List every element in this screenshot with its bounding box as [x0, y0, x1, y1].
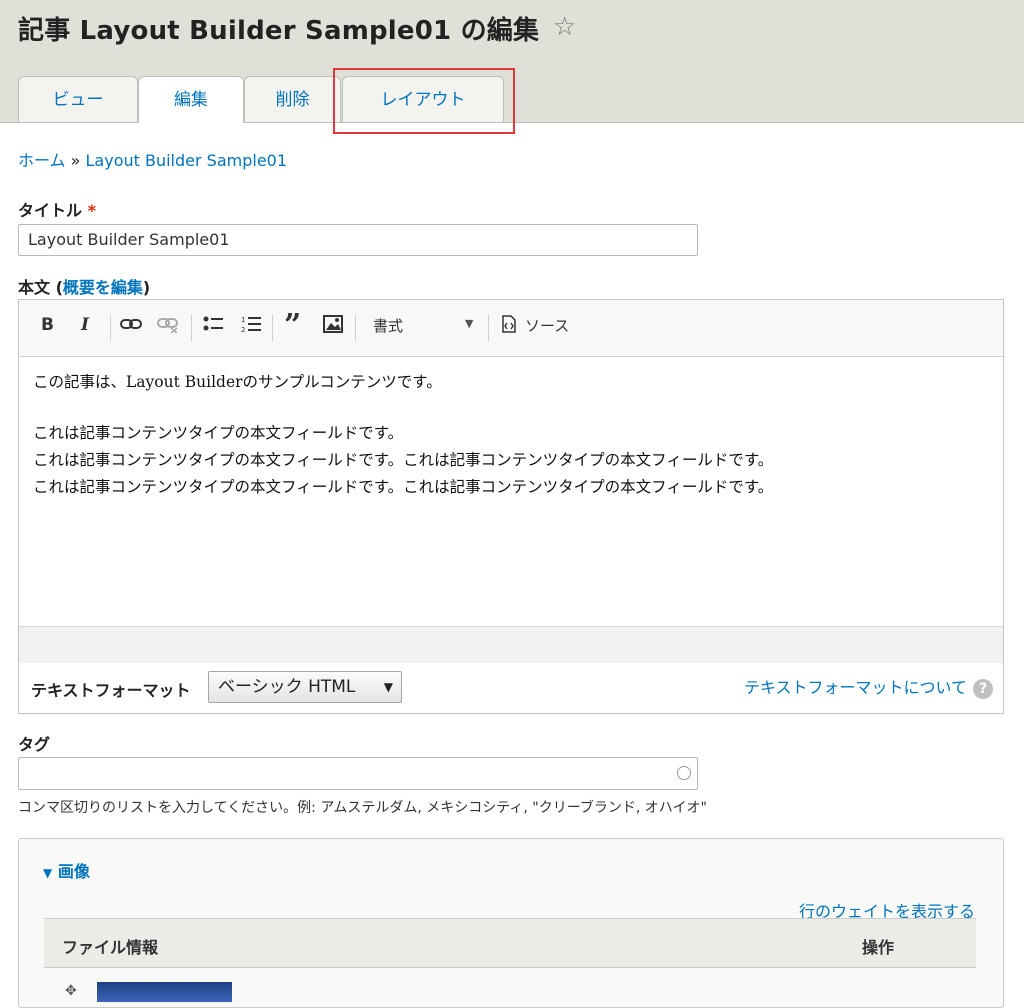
body-label-text: 本文: [18, 278, 51, 297]
breadcrumb: ホーム » Layout Builder Sample01: [18, 147, 287, 171]
editor-toolbar: B I 12 ” 書式 ▼ ソース: [19, 300, 1003, 357]
svg-text:1: 1: [241, 316, 245, 324]
tab-layout-highlight: [333, 68, 515, 134]
italic-button[interactable]: I: [81, 315, 89, 335]
body-editor: B I 12 ” 書式 ▼ ソース この記事は、Layout Builderのサ…: [18, 299, 1004, 663]
paragraph: この記事は、Layout Builderのサンプルコンテンツです。: [33, 373, 442, 391]
bulleted-list-icon[interactable]: [203, 315, 223, 338]
text-format-help[interactable]: テキストフォーマットについて?: [744, 674, 993, 699]
drag-handle-icon[interactable]: ✥: [65, 983, 77, 999]
source-button[interactable]: ソース: [525, 315, 569, 336]
tab-delete[interactable]: 削除: [244, 76, 341, 122]
paragraph: これは記事コンテンツタイプの本文フィールドです。: [33, 424, 404, 442]
help-icon[interactable]: ?: [973, 678, 993, 699]
toolbar-separator: [488, 315, 489, 341]
column-header-operations: 操作: [862, 938, 895, 957]
text-format-row: テキストフォーマット ベーシック HTML ▼ テキストフォーマットについて?: [18, 662, 1004, 714]
body-paren-close: ): [142, 278, 151, 297]
tags-label: タグ: [18, 735, 51, 754]
unlink-icon[interactable]: [157, 315, 179, 338]
source-icon[interactable]: [501, 315, 517, 338]
editor-path-bar: [19, 626, 1003, 663]
page-header: 記事 Layout Builder Sample01 の編集 ☆ ビュー 編集 …: [0, 0, 1024, 134]
toolbar-separator: [110, 315, 111, 341]
bold-button[interactable]: B: [41, 315, 54, 335]
image-table-header: ファイル情報 操作: [44, 918, 976, 968]
image-summary-toggle[interactable]: ▼ 画像: [43, 858, 90, 882]
toolbar-separator: [355, 315, 356, 341]
tab-edit[interactable]: 編集: [138, 76, 244, 123]
edit-summary-link[interactable]: 概要を編集: [63, 278, 143, 297]
triangle-down-icon: ▼: [43, 866, 53, 880]
image-details: ▼ 画像 行のウェイトを表示する ファイル情報 操作 ✥: [18, 838, 1004, 1008]
paragraph: これは記事コンテンツタイプの本文フィールドです。これは記事コンテンツタイプの本文…: [33, 478, 774, 496]
title-label-text: タイトル: [18, 201, 83, 220]
body-label: 本文 (概要を編集): [18, 274, 150, 298]
tags-input[interactable]: [18, 757, 698, 790]
link-icon[interactable]: [120, 315, 142, 338]
text-format-label: テキストフォーマット: [31, 681, 191, 700]
text-format-selected: ベーシック HTML: [218, 677, 356, 697]
text-format-select[interactable]: ベーシック HTML ▼: [208, 671, 402, 703]
chevron-down-icon[interactable]: ▼: [465, 317, 473, 330]
breadcrumb-current-link[interactable]: Layout Builder Sample01: [86, 151, 288, 170]
format-dropdown[interactable]: 書式: [373, 315, 403, 336]
editor-content[interactable]: この記事は、Layout Builderのサンプルコンテンツです。 これは記事コ…: [19, 357, 1003, 625]
star-icon[interactable]: ☆: [553, 12, 576, 42]
title-input[interactable]: Layout Builder Sample01: [18, 224, 698, 256]
image-icon[interactable]: [323, 315, 343, 338]
toolbar-separator: [272, 315, 273, 341]
column-header-file-info: ファイル情報: [62, 938, 159, 957]
svg-text:2: 2: [241, 326, 245, 333]
numbered-list-icon[interactable]: 12: [241, 315, 261, 338]
breadcrumb-home-link[interactable]: ホーム: [18, 151, 66, 170]
required-marker: *: [87, 201, 96, 220]
autocomplete-throbber-icon: [677, 766, 691, 780]
chevron-down-icon: ▼: [383, 680, 393, 694]
tags-description: コンマ区切りのリストを入力してください。例: アムステルダム, メキシコシティ,…: [18, 800, 707, 816]
blockquote-icon[interactable]: ”: [284, 308, 301, 343]
image-thumbnail: [97, 982, 232, 1002]
title-label: タイトル *: [18, 197, 96, 221]
toolbar-separator: [191, 315, 192, 341]
tab-view[interactable]: ビュー: [18, 76, 138, 122]
page-title: 記事 Layout Builder Sample01 の編集: [18, 16, 540, 46]
body-paren-open: (: [55, 278, 63, 297]
breadcrumb-separator: »: [70, 151, 81, 170]
image-summary-label: 画像: [57, 862, 90, 881]
paragraph: これは記事コンテンツタイプの本文フィールドです。これは記事コンテンツタイプの本文…: [33, 451, 774, 469]
text-format-help-link[interactable]: テキストフォーマットについて: [744, 678, 967, 697]
